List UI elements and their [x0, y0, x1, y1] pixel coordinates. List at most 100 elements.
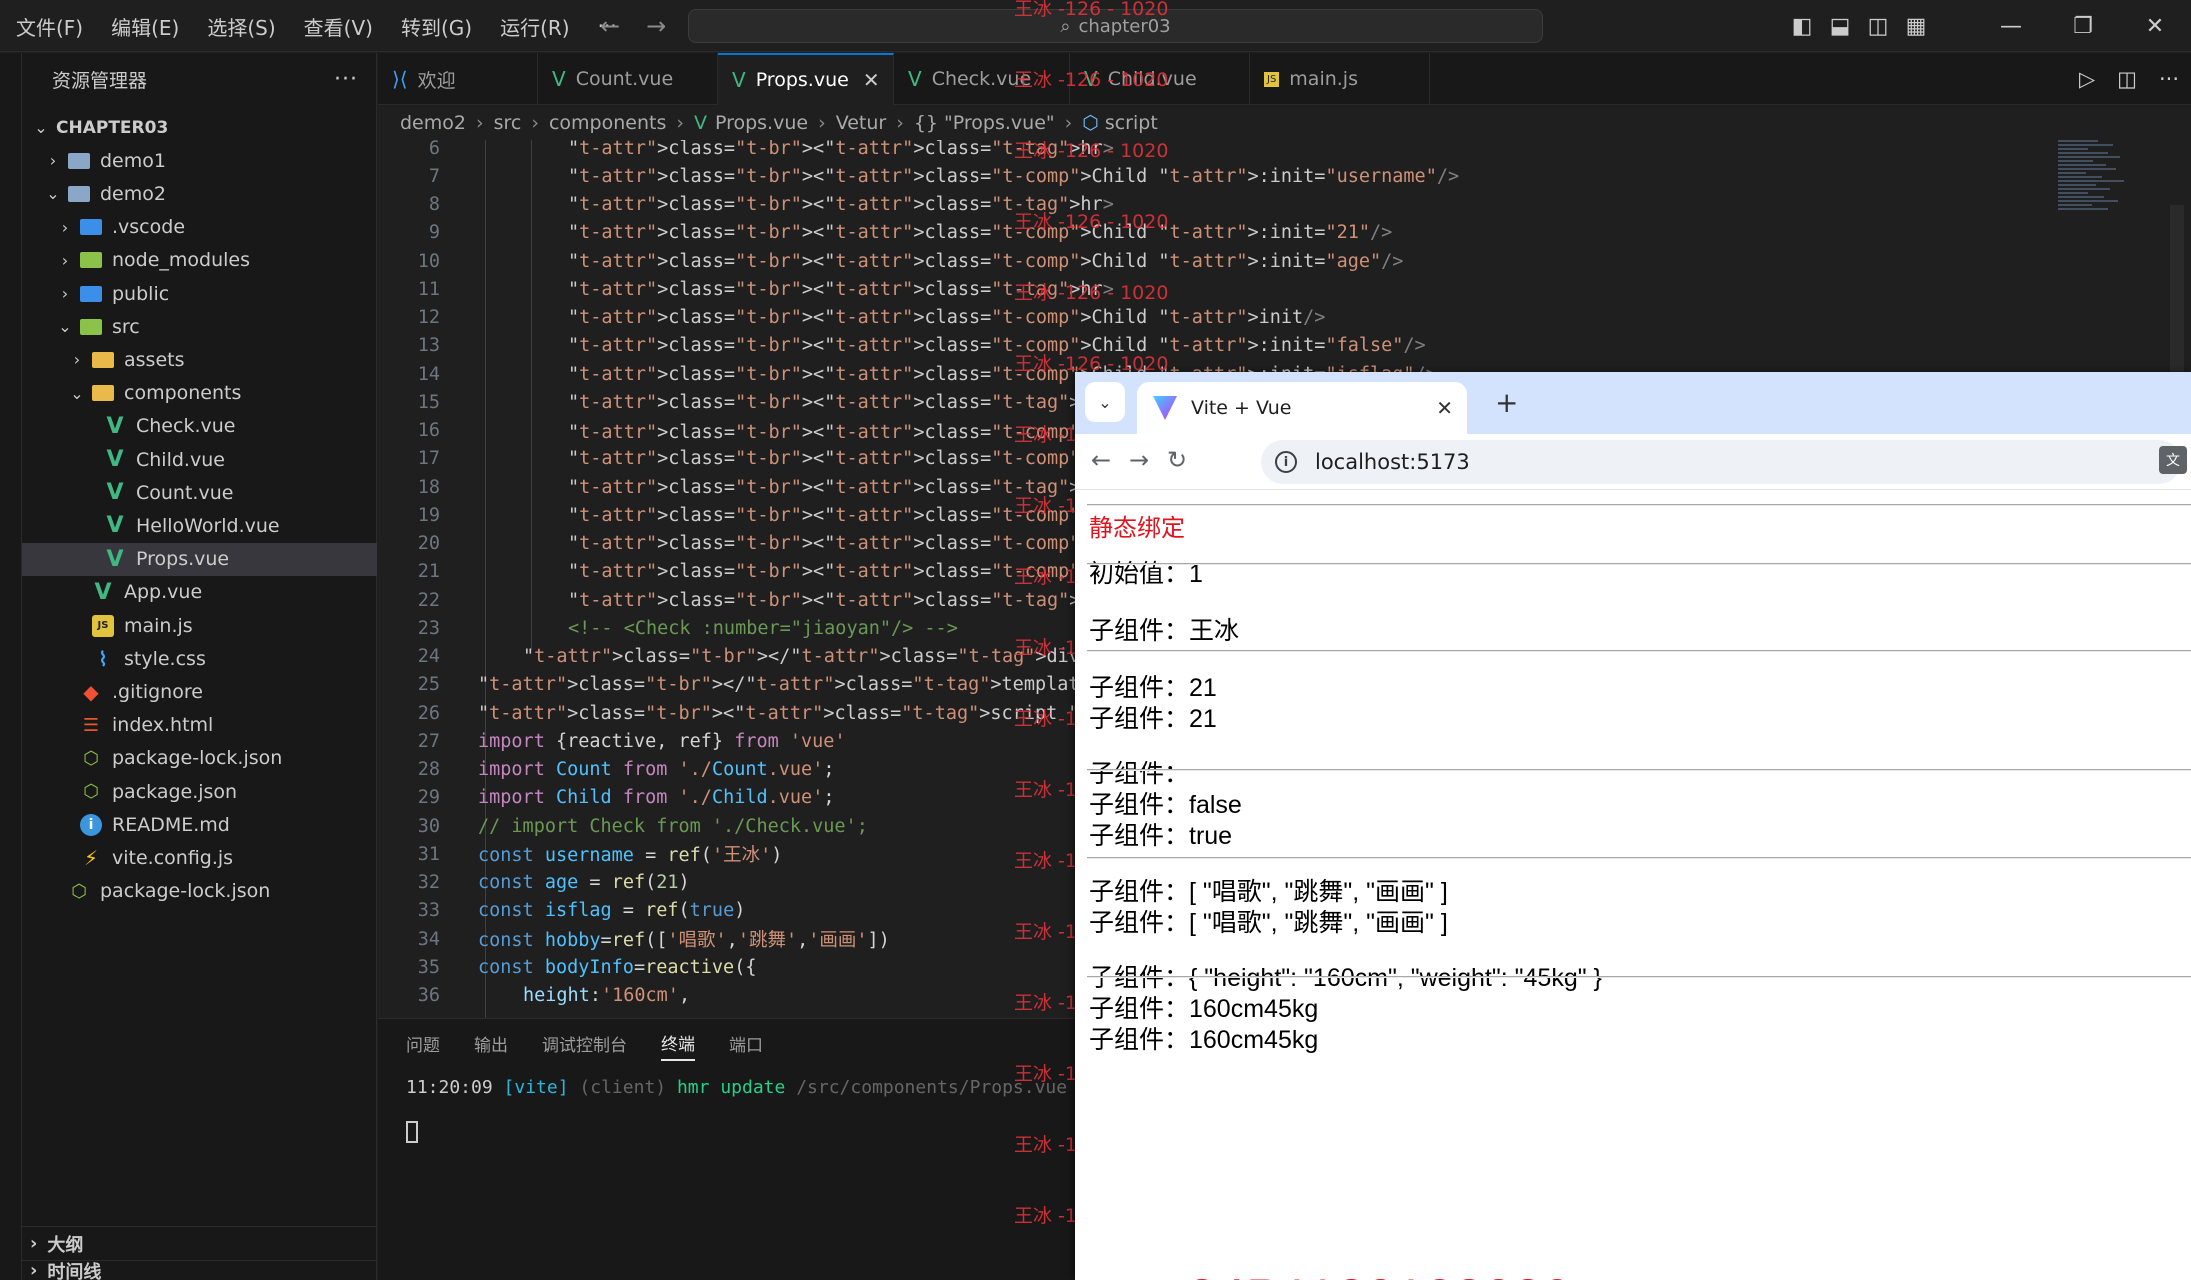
tab-props-vue[interactable]: V Props.vue ✕: [718, 53, 894, 105]
address-bar[interactable]: i localhost:5173: [1261, 440, 2181, 484]
tree-item[interactable]: › demo1: [22, 144, 377, 177]
breadcrumb-item[interactable]: script: [1105, 112, 1158, 134]
line-number: 28: [417, 759, 440, 780]
line-number: 10: [417, 250, 440, 272]
breadcrumb-item[interactable]: Vetur: [836, 112, 887, 134]
line-number: 21: [417, 561, 440, 583]
panel-tab-terminal[interactable]: 终端: [661, 1030, 695, 1061]
menu-selection[interactable]: 选择(S): [193, 12, 289, 41]
minimize-icon[interactable]: —: [1975, 14, 2047, 39]
breadcrumb-item[interactable]: components: [549, 112, 666, 134]
tree-item[interactable]: ⚡ vite.config.js: [22, 841, 377, 874]
panel-tab-output[interactable]: 输出: [474, 1031, 508, 1060]
menu-view[interactable]: 查看(V): [290, 12, 387, 41]
browser-tab[interactable]: Vite + Vue ✕: [1137, 382, 1467, 434]
tab-welcome[interactable]: ⟩⟨ 欢迎: [378, 53, 538, 105]
tree-item[interactable]: i README.md: [22, 808, 377, 841]
code-line[interactable]: 6 "t-attr">class="t-br"><"t-attr">class="…: [378, 140, 2191, 162]
tree-item[interactable]: V HelloWorld.vue: [22, 509, 377, 542]
minimap[interactable]: [2058, 140, 2128, 220]
code-line[interactable]: 8 "t-attr">class="t-br"><"t-attr">class="…: [378, 191, 2191, 219]
tree-item[interactable]: ◆ .gitignore: [22, 675, 377, 708]
reload-icon[interactable]: ↻: [1167, 446, 1187, 474]
watermark: 王冰 -126 - 1020: [1014, 69, 1169, 91]
toggle-sidebar-icon[interactable]: ◧: [1783, 14, 1821, 39]
outline-section[interactable]: › 大纲: [22, 1226, 377, 1260]
menu-run[interactable]: 运行(R): [486, 12, 584, 41]
code-line[interactable]: 11 "t-attr">class="t-br"><"t-attr">class=…: [378, 275, 2191, 303]
chevron-right-icon: ›: [30, 1260, 38, 1280]
customize-layout-icon[interactable]: ▦: [1897, 14, 1935, 39]
code-line[interactable]: 7 "t-attr">class="t-br"><"t-attr">class="…: [378, 162, 2191, 190]
back-arrow-icon[interactable]: ←: [1091, 446, 1111, 474]
menu-edit[interactable]: 编辑(E): [97, 12, 193, 41]
terminal-output[interactable]: 11:20:09 [vite] (client) hmr update /src…: [406, 1077, 1067, 1098]
browser-tab-title: Vite + Vue: [1191, 397, 1292, 419]
tree-item[interactable]: › public: [22, 277, 377, 310]
vue-icon: V: [106, 480, 124, 506]
panel-tab-ports[interactable]: 端口: [729, 1031, 763, 1060]
explorer-more-icon[interactable]: ···: [334, 67, 358, 92]
code-line[interactable]: 9 "t-attr">class="t-br"><"t-attr">class="…: [378, 219, 2191, 247]
tree-item[interactable]: ⌄ src: [22, 310, 377, 343]
toggle-panel-icon[interactable]: ⬓: [1821, 14, 1859, 39]
code-text: "t-attr">class="t-br"><"t-attr">class="t…: [568, 250, 1404, 272]
tree-item[interactable]: › .vscode: [22, 211, 377, 244]
tree-item[interactable]: V Count.vue: [22, 476, 377, 509]
site-info-icon[interactable]: i: [1275, 451, 1297, 473]
menu-file[interactable]: 文件(F): [2, 12, 97, 41]
editor-tabs: ⟩⟨ 欢迎 V Count.vue V Props.vue ✕ V Check.…: [378, 53, 2191, 105]
back-arrow-icon[interactable]: ←: [600, 12, 620, 40]
close-tab-icon[interactable]: ✕: [1436, 396, 1453, 420]
tree-item[interactable]: ☰ index.html: [22, 709, 377, 742]
explorer-root[interactable]: ⌄ CHAPTER03: [22, 111, 377, 144]
tab-main-js[interactable]: JS main.js: [1250, 53, 1430, 105]
translate-icon[interactable]: 文: [2159, 446, 2187, 474]
toggle-secondary-sidebar-icon[interactable]: ◫: [1859, 14, 1897, 39]
code-line[interactable]: 10 "t-attr">class="t-br"><"t-attr">class=…: [378, 247, 2191, 275]
code-text: <!-- <Check :number="jiaoyan"/> -->: [568, 617, 958, 639]
close-tab-icon[interactable]: ✕: [863, 68, 880, 92]
maximize-icon[interactable]: ❐: [2047, 14, 2119, 39]
tree-item[interactable]: ⌄ components: [22, 377, 377, 410]
src-folder-icon: [80, 318, 102, 335]
run-icon[interactable]: ▷: [2079, 67, 2095, 91]
tree-item[interactable]: ⬡ package.json: [22, 775, 377, 808]
tree-item[interactable]: ⬡ package-lock.json: [22, 875, 377, 908]
breadcrumb-item[interactable]: Props.vue: [715, 112, 808, 134]
new-tab-icon[interactable]: +: [1495, 386, 1518, 419]
timeline-section[interactable]: › 时间线: [22, 1260, 377, 1280]
tree-item[interactable]: › node_modules: [22, 244, 377, 277]
panel-tab-problems[interactable]: 问题: [406, 1031, 440, 1060]
close-window-icon[interactable]: ✕: [2119, 14, 2191, 39]
code-text: height:'160cm',: [523, 985, 691, 1006]
tree-item[interactable]: ⌄ demo2: [22, 177, 377, 210]
forward-arrow-icon[interactable]: →: [646, 12, 666, 40]
breadcrumb-item[interactable]: src: [494, 112, 522, 134]
split-editor-icon[interactable]: ◫: [2117, 67, 2137, 91]
more-actions-icon[interactable]: ···: [2159, 67, 2179, 91]
tree-item[interactable]: › assets: [22, 343, 377, 376]
tree-item[interactable]: V Child.vue: [22, 443, 377, 476]
code-line[interactable]: 13 "t-attr">class="t-br"><"t-attr">class=…: [378, 332, 2191, 360]
tree-item[interactable]: V Props.vue: [22, 542, 377, 576]
code-line[interactable]: 12 "t-attr">class="t-br"><"t-attr">class=…: [378, 304, 2191, 332]
breadcrumb-item[interactable]: {} "Props.vue": [914, 112, 1055, 134]
page-text-line: 初始值：1: [1089, 560, 1203, 588]
tree-item[interactable]: V Check.vue: [22, 410, 377, 443]
breadcrumb-item[interactable]: demo2: [400, 112, 466, 134]
forward-arrow-icon[interactable]: →: [1129, 446, 1149, 474]
watermark: 王冰 -126 - 1020: [1014, 0, 1169, 20]
watermark: 王冰 -126 - 1020: [1014, 140, 1169, 162]
tree-item[interactable]: JS main.js: [22, 609, 377, 642]
tree-item[interactable]: ⌇ style.css: [22, 642, 377, 675]
browser-tab-strip: ⌄ Vite + Vue ✕ +: [1075, 372, 2191, 434]
menu-go[interactable]: 转到(G): [387, 12, 486, 41]
vue-icon: V: [693, 112, 707, 134]
activity-bar: [0, 53, 22, 1280]
tree-item[interactable]: V App.vue: [22, 576, 377, 609]
tree-item[interactable]: ⬡ package-lock.json: [22, 742, 377, 775]
tab-search-icon[interactable]: ⌄: [1085, 382, 1125, 422]
panel-tab-debug-console[interactable]: 调试控制台: [542, 1031, 627, 1060]
tab-count-vue[interactable]: V Count.vue: [538, 53, 718, 105]
